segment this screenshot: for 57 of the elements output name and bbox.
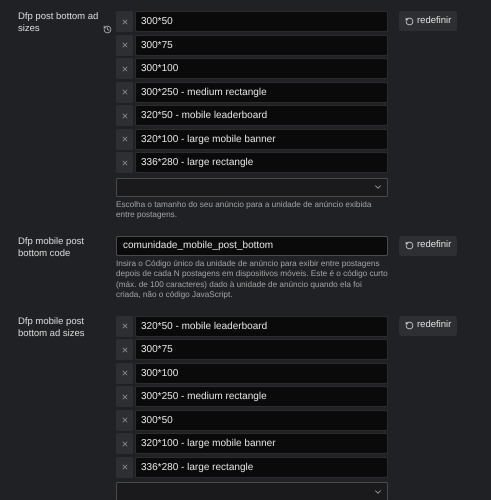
close-icon bbox=[120, 369, 128, 377]
close-icon bbox=[120, 88, 128, 96]
close-icon bbox=[120, 463, 128, 471]
help-text: Escolha o tamanho do seu anúncio para a unidade de anúncio exibida entre postagens. bbox=[116, 200, 372, 220]
list-value[interactable]: 300*100 bbox=[135, 58, 388, 79]
close-icon bbox=[120, 158, 128, 166]
reset-button[interactable]: redefinir bbox=[399, 236, 458, 256]
remove-button[interactable] bbox=[116, 339, 133, 360]
remove-button[interactable] bbox=[116, 362, 133, 384]
remove-button[interactable] bbox=[116, 316, 133, 336]
remove-button[interactable] bbox=[116, 82, 133, 102]
list-value[interactable]: 336*280 - large rectangle bbox=[135, 152, 388, 173]
list-value[interactable]: 300*75 bbox=[135, 339, 388, 360]
remove-button[interactable] bbox=[116, 152, 133, 173]
close-icon bbox=[120, 416, 128, 424]
reset-icon bbox=[405, 321, 414, 330]
remove-button[interactable] bbox=[116, 386, 133, 407]
remove-button[interactable] bbox=[116, 105, 133, 126]
list-value[interactable]: 320*50 - mobile leaderboard bbox=[135, 316, 388, 336]
remove-button[interactable] bbox=[116, 433, 133, 454]
close-icon bbox=[120, 346, 128, 354]
close-icon bbox=[120, 392, 128, 400]
list-value[interactable]: 320*100 - large mobile banner bbox=[135, 128, 388, 150]
close-icon bbox=[120, 64, 128, 72]
list-value[interactable]: 300*50 bbox=[135, 410, 388, 430]
setting-label: Dfp post bottom ad sizes bbox=[18, 11, 100, 35]
add-dropdown[interactable] bbox=[116, 482, 388, 500]
list-value[interactable]: 320*50 - mobile leaderboard bbox=[135, 105, 388, 126]
list-value[interactable]: 336*280 - large rectangle bbox=[135, 456, 388, 478]
remove-button[interactable] bbox=[116, 58, 133, 79]
list-value[interactable]: 320*100 - large mobile banner bbox=[135, 433, 388, 454]
reset-icon bbox=[405, 16, 414, 26]
remove-button[interactable] bbox=[116, 34, 133, 56]
setting-label: Dfp mobile post bottom code bbox=[18, 236, 86, 260]
remove-button[interactable] bbox=[116, 456, 133, 478]
close-icon bbox=[120, 440, 128, 448]
remove-button[interactable] bbox=[116, 410, 133, 430]
list-value[interactable]: 300*250 - medium rectangle bbox=[135, 82, 388, 102]
reset-icon bbox=[405, 241, 414, 250]
list-value[interactable]: 300*100 bbox=[135, 362, 388, 384]
help-text: Insira o Código único da unidade de anúncio para exibir entre postagens depois de cada N postagens em dispositivos móveis. Este é o código curto (máx. de 100 caracteres) dado à unidade de anúncio quando ela foi criada, não o código JavaScript. bbox=[116, 258, 388, 300]
text-field[interactable]: comunidade_mobile_post_bottom bbox=[116, 236, 388, 256]
list-value[interactable]: 300*250 - medium rectangle bbox=[135, 386, 388, 407]
add-dropdown[interactable] bbox=[116, 178, 388, 196]
close-icon bbox=[120, 18, 128, 26]
list-value[interactable]: 300*50 bbox=[135, 11, 388, 32]
reset-button[interactable]: redefinir bbox=[399, 316, 458, 336]
remove-button[interactable] bbox=[116, 128, 133, 150]
remove-button[interactable] bbox=[116, 11, 133, 32]
list-value[interactable]: 300*75 bbox=[135, 34, 388, 56]
close-icon bbox=[120, 322, 128, 330]
setting-label: Dfp mobile post bottom ad sizes bbox=[18, 316, 86, 340]
close-icon bbox=[120, 135, 128, 143]
reset-button[interactable]: redefinir bbox=[399, 11, 458, 31]
close-icon bbox=[120, 112, 128, 120]
close-icon bbox=[120, 41, 128, 49]
history-icon bbox=[103, 25, 112, 34]
